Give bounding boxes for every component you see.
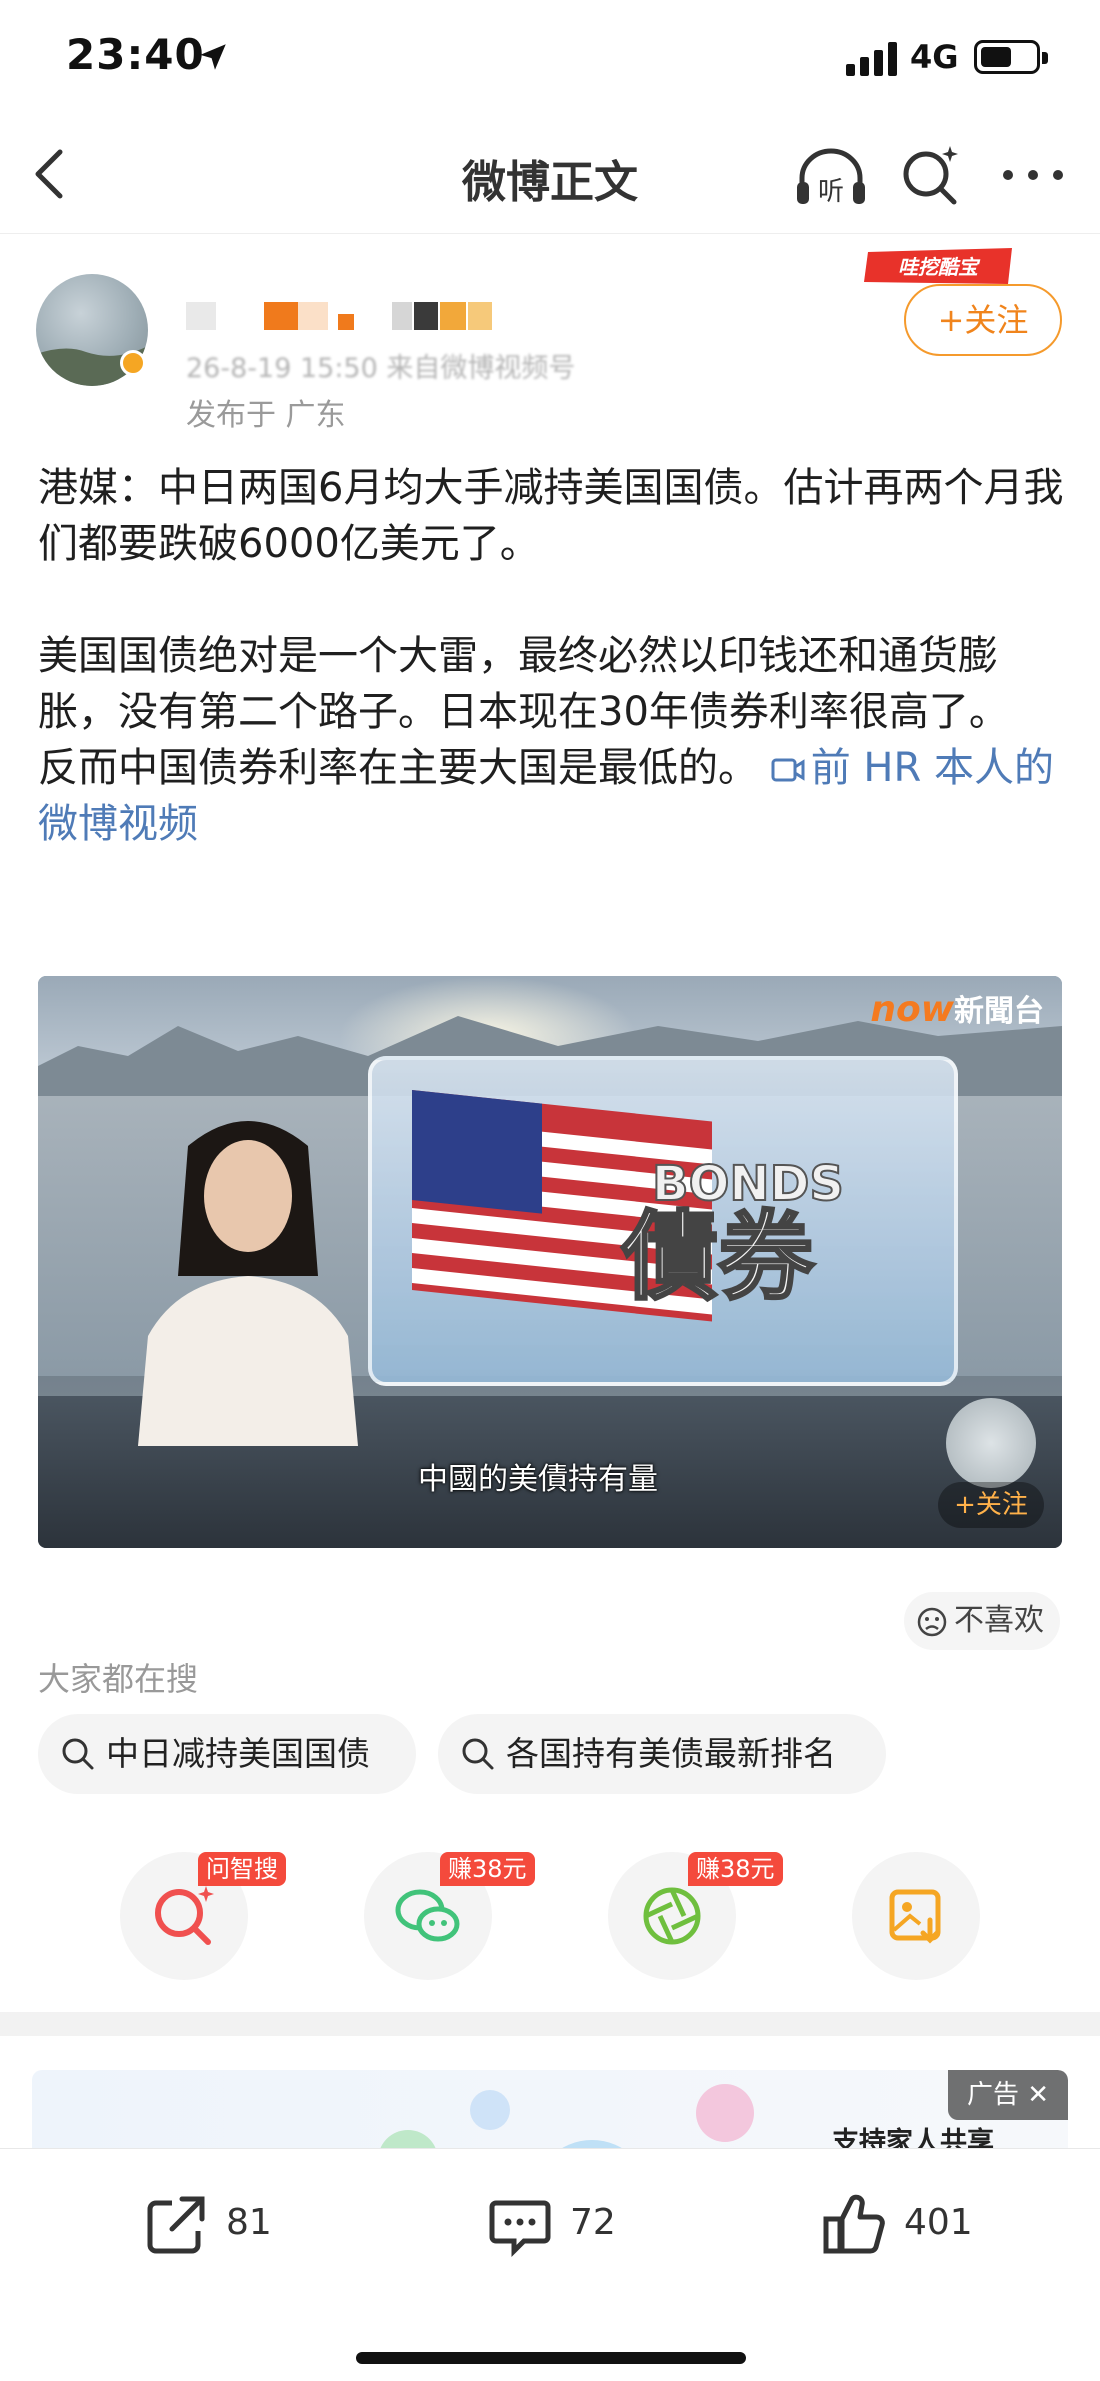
status-bar: 23:40 4G — [0, 0, 1100, 120]
more-icon[interactable] — [998, 150, 1068, 200]
search-chip[interactable]: 各国持有美债最新排名 — [438, 1714, 886, 1794]
news-anchor-figure — [138, 1121, 358, 1446]
location-arrow-icon — [200, 44, 226, 70]
follow-button[interactable]: +关注 — [904, 284, 1062, 356]
svg-text:听: 听 — [818, 177, 844, 207]
like-button[interactable]: 401 — [820, 2187, 1000, 2259]
bottom-action-bar: 81 72 401 — [0, 2148, 1100, 2381]
search-icon — [62, 1738, 94, 1770]
sad-face-icon — [917, 1607, 947, 1637]
promo-badge-icon: 哇挖酷宝 — [864, 248, 1012, 284]
ask-search-icon — [155, 1886, 214, 1945]
section-divider — [0, 2012, 1100, 2036]
post-paragraph: 反而中国债券利率在主要大国是最低的。 前 HR 本人的微博视频 — [38, 745, 1055, 847]
channel-logo: now新聞台 — [870, 989, 1044, 1030]
smart-search-icon[interactable] — [898, 142, 964, 208]
share-tag: 赚38元 — [440, 1852, 535, 1886]
video-author-avatar[interactable] — [946, 1398, 1036, 1488]
status-time: 23:40 — [66, 30, 205, 79]
post-paragraph: 美国国债绝对是一个大雷，最终必然以印钱还和通货膨胀，没有第二个路子。日本现在30… — [38, 633, 1009, 735]
moments-aperture-icon — [643, 1887, 701, 1945]
verified-badge-icon — [120, 350, 146, 376]
share-tag: 赚38元 — [688, 1852, 783, 1886]
battery-icon — [974, 40, 1048, 74]
video-subtitle: 中國的美債持有量 — [418, 1462, 658, 1497]
post-paragraph: 港媒：中日两国6月均大手减持美国国债。估计再两个月我们都要跌破6000亿美元了。 — [38, 465, 1064, 567]
panel-cn-text: 債券 — [621, 1201, 815, 1313]
repost-button[interactable]: 81 — [142, 2187, 302, 2259]
trending-search-heading: 大家都在搜 — [38, 1660, 199, 1698]
post-location: 发布于 广东 — [186, 398, 346, 433]
search-icon — [462, 1738, 494, 1770]
cellular-signal-icon — [846, 42, 897, 76]
dislike-button[interactable]: 不喜欢 — [904, 1592, 1060, 1650]
wechat-icon — [395, 1889, 460, 1942]
save-image-button[interactable] — [852, 1852, 980, 1980]
nav-bar: 微博正文 听 — [0, 120, 1100, 234]
comment-icon — [489, 2200, 551, 2258]
ad-close-tag[interactable]: 广告 ✕ — [948, 2070, 1068, 2120]
headphones-listen-icon[interactable]: 听 — [794, 146, 868, 208]
share-tag: 问智搜 — [198, 1852, 286, 1886]
comment-button[interactable]: 72 — [486, 2187, 646, 2259]
video-follow-button[interactable]: +关注 — [938, 1482, 1044, 1528]
repost-icon — [147, 2196, 205, 2254]
home-indicator — [356, 2352, 746, 2364]
save-image-icon — [889, 1889, 941, 1944]
video-player[interactable]: BONDS 債券 now新聞台 中國的美債持有量 +关注 — [38, 976, 1062, 1548]
video-link-icon — [771, 758, 805, 782]
thumbs-up-icon — [823, 2194, 885, 2254]
svg-text:哇挖酷宝: 哇挖酷宝 — [898, 255, 981, 279]
post-timestamp-source: 26-8-19 15:50 来自微博视频号 — [186, 353, 576, 384]
search-chip[interactable]: 中日减持美国国债 — [38, 1714, 416, 1794]
post-body: 港媒：中日两国6月均大手减持美国国债。估计再两个月我们都要跌破6000亿美元了。… — [38, 460, 1068, 852]
network-type: 4G — [910, 38, 959, 76]
bonds-graphic: BONDS 債券 — [368, 1056, 958, 1386]
author-name-redacted[interactable] — [186, 292, 506, 336]
